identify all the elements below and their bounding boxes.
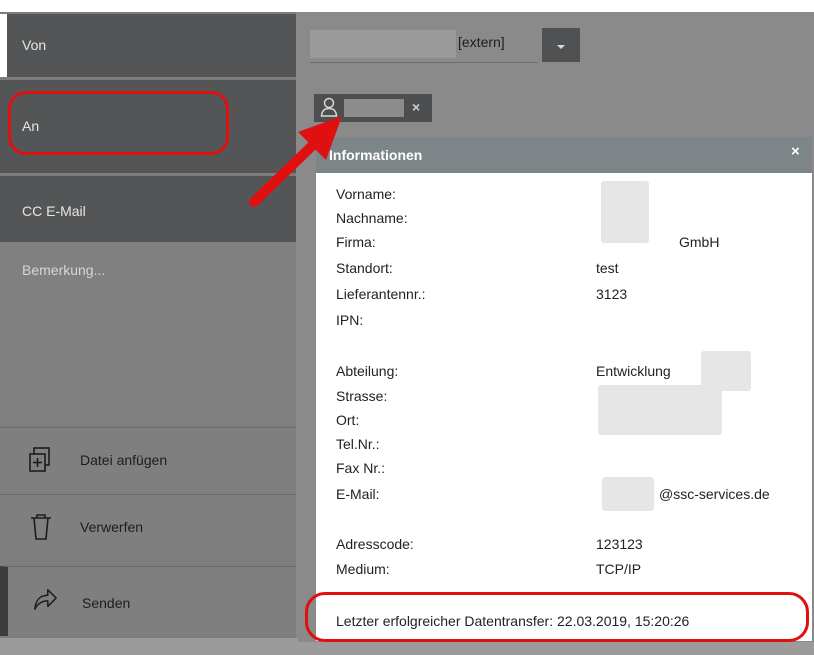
from-label: Von bbox=[0, 14, 296, 77]
remark-field[interactable]: Bemerkung... bbox=[0, 242, 296, 425]
top-strip bbox=[0, 0, 814, 12]
discard-button[interactable]: Verwerfen bbox=[0, 494, 296, 560]
info-popup: Informationen × Vorname: Nachname: Firma… bbox=[316, 137, 812, 641]
redacted-name bbox=[601, 181, 649, 243]
attach-file-button[interactable]: Datei anfügen bbox=[0, 427, 296, 493]
highlight-to-field bbox=[8, 91, 229, 155]
value-adresscode: 123123 bbox=[596, 536, 643, 552]
value-abteilung: Entwicklung bbox=[596, 363, 671, 379]
from-underline bbox=[310, 62, 538, 63]
label-adresscode: Adresscode: bbox=[336, 536, 414, 552]
value-lieferantennr: 3123 bbox=[596, 286, 628, 302]
label-abteilung: Abteilung: bbox=[336, 363, 399, 379]
close-icon[interactable]: × bbox=[791, 143, 800, 160]
redacted-address bbox=[598, 385, 722, 435]
attach-file-icon bbox=[29, 447, 50, 472]
label-ipn: IPN: bbox=[336, 312, 364, 328]
value-email: @ssc-services.de bbox=[659, 486, 770, 502]
label-strasse: Strasse: bbox=[336, 388, 388, 404]
label-faxnr: Fax Nr.: bbox=[336, 460, 386, 476]
highlight-last-transfer bbox=[305, 592, 809, 642]
send-button[interactable]: Senden bbox=[0, 566, 296, 636]
label-lieferantennr: Lieferantennr.: bbox=[336, 286, 426, 302]
from-name-redacted bbox=[310, 30, 456, 58]
from-label-text: Von bbox=[22, 37, 47, 53]
redacted-email-user bbox=[602, 477, 654, 511]
chevron-down-icon bbox=[557, 45, 565, 49]
label-ort: Ort: bbox=[336, 412, 360, 428]
attach-file-label: Datei anfügen bbox=[80, 452, 168, 468]
from-dropdown-button[interactable] bbox=[542, 28, 580, 62]
label-telnr: Tel.Nr.: bbox=[336, 436, 380, 452]
cc-email-label-text: CC E-Mail bbox=[22, 203, 86, 219]
label-firma: Firma: bbox=[336, 234, 376, 250]
label-medium: Medium: bbox=[336, 561, 390, 577]
discard-label: Verwerfen bbox=[80, 519, 144, 535]
remove-recipient-icon[interactable]: × bbox=[412, 99, 420, 115]
annotation-arrow-icon bbox=[249, 116, 342, 207]
popup-header: Informationen × bbox=[316, 137, 812, 173]
remark-placeholder: Bemerkung... bbox=[22, 262, 106, 278]
label-email: E-Mail: bbox=[336, 486, 380, 502]
send-label: Senden bbox=[82, 595, 131, 611]
recipient-name-redacted bbox=[344, 99, 404, 117]
value-firma: GmbH bbox=[679, 234, 720, 250]
trash-icon bbox=[31, 514, 51, 540]
value-standort: test bbox=[596, 260, 619, 276]
label-standort: Standort: bbox=[336, 260, 393, 276]
value-medium: TCP/IP bbox=[596, 561, 642, 577]
from-extern-tag: [extern] bbox=[458, 34, 505, 50]
share-send-icon bbox=[34, 588, 57, 610]
